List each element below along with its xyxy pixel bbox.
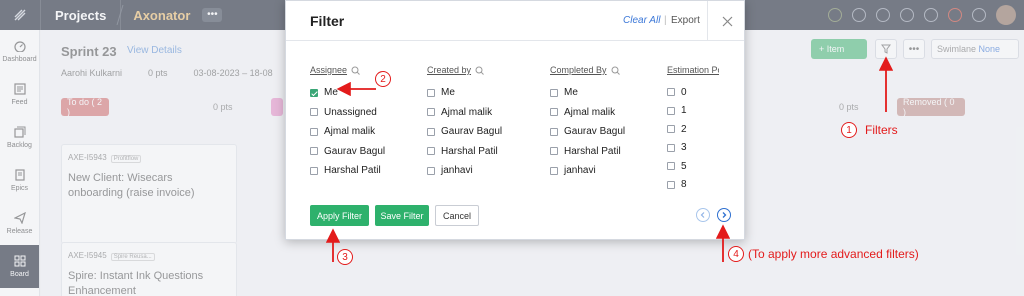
filter-option[interactable]: 2 <box>667 120 719 139</box>
filter-title: Filter <box>310 13 345 29</box>
checkbox[interactable] <box>667 88 675 97</box>
checkbox[interactable] <box>310 166 318 175</box>
created-by-heading: Created by <box>427 63 502 77</box>
filter-option[interactable]: Gaurav Bagul <box>550 122 625 142</box>
checkbox[interactable] <box>550 147 558 156</box>
filter-option[interactable]: janhavi <box>550 161 625 181</box>
checkbox[interactable] <box>310 127 318 136</box>
checkbox[interactable] <box>550 88 558 97</box>
chevron-right-icon <box>722 212 727 218</box>
apply-filter-button[interactable]: Apply Filter <box>310 205 369 226</box>
filter-option[interactable]: Ajmal malik <box>550 103 625 123</box>
checkbox[interactable] <box>427 147 435 156</box>
filter-option[interactable]: 8 <box>667 176 719 195</box>
clear-all-link[interactable]: Clear All <box>623 15 660 26</box>
previous-page-button[interactable] <box>696 208 710 222</box>
completed-by-heading: Completed By <box>550 63 625 77</box>
checkbox[interactable] <box>427 166 435 175</box>
filter-option[interactable]: Me <box>550 83 625 103</box>
filter-option[interactable]: Me <box>427 83 502 103</box>
annotation-advanced-filters-label: (To apply more advanced filters) <box>748 247 919 261</box>
checkbox[interactable] <box>550 127 558 136</box>
checkbox[interactable] <box>427 88 435 97</box>
search-icon[interactable] <box>351 66 360 75</box>
filter-modal: Filter Clear All | Export Assignee Me Un… <box>285 0 745 240</box>
annotation-filters-label: Filters <box>865 123 898 137</box>
checkbox[interactable] <box>310 147 318 156</box>
close-icon <box>722 16 732 26</box>
checkbox[interactable] <box>667 143 675 152</box>
filter-option[interactable]: 1 <box>667 102 719 121</box>
estimation-points-column: Estimation Poi 0 1 2 3 5 8 <box>667 63 719 194</box>
close-button[interactable] <box>707 1 746 41</box>
filter-option[interactable]: Ajmal malik <box>310 122 385 142</box>
chevron-left-icon <box>700 212 705 218</box>
filter-option[interactable]: 3 <box>667 139 719 158</box>
estimation-heading: Estimation Poi <box>667 65 719 75</box>
search-icon[interactable] <box>611 66 620 75</box>
assignee-column: Assignee Me Unassigned Ajmal malik Gaura… <box>310 63 385 181</box>
filter-option[interactable]: janhavi <box>427 161 502 181</box>
header-separator: | <box>664 15 667 26</box>
checkbox[interactable] <box>310 88 318 97</box>
checkbox[interactable] <box>667 180 675 189</box>
cancel-button[interactable]: Cancel <box>435 205 479 226</box>
next-page-button[interactable] <box>717 208 731 222</box>
filter-modal-header: Filter Clear All | Export <box>286 1 744 41</box>
filter-option[interactable]: 5 <box>667 157 719 176</box>
filter-option[interactable]: Gaurav Bagul <box>310 142 385 162</box>
save-filter-button[interactable]: Save Filter <box>375 205 429 226</box>
export-link[interactable]: Export <box>671 15 700 26</box>
filter-option[interactable]: Unassigned <box>310 103 385 123</box>
assignee-heading: Assignee <box>310 63 385 77</box>
checkbox[interactable] <box>667 106 675 115</box>
annotation-step-3: 3 <box>337 249 353 265</box>
annotation-step-1: 1 <box>841 122 857 138</box>
checkbox[interactable] <box>550 108 558 117</box>
checkbox[interactable] <box>550 166 558 175</box>
filter-option-me[interactable]: Me <box>310 83 385 103</box>
completed-by-column: Completed By Me Ajmal malik Gaurav Bagul… <box>550 63 625 181</box>
annotation-step-2: 2 <box>375 71 391 87</box>
checkbox[interactable] <box>427 127 435 136</box>
filter-option[interactable]: Ajmal malik <box>427 103 502 123</box>
checkbox[interactable] <box>427 108 435 117</box>
annotation-step-4: 4 <box>728 246 744 262</box>
checkbox[interactable] <box>667 162 675 171</box>
filter-option[interactable]: Harshal Patil <box>427 142 502 162</box>
filter-option[interactable]: Gaurav Bagul <box>427 122 502 142</box>
filter-option[interactable]: Harshal Patil <box>550 142 625 162</box>
checkbox[interactable] <box>310 108 318 117</box>
created-by-column: Created by Me Ajmal malik Gaurav Bagul H… <box>427 63 502 181</box>
filter-option[interactable]: Harshal Patil <box>310 161 385 181</box>
checkbox[interactable] <box>667 125 675 134</box>
filter-option[interactable]: 0 <box>667 83 719 102</box>
search-icon[interactable] <box>475 66 484 75</box>
